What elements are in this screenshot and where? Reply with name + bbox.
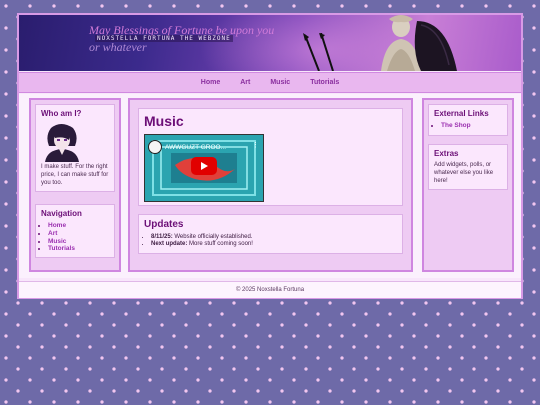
navigation-list: Home Art Music Tutorials (41, 222, 109, 253)
side-nav-tutorials[interactable]: Tutorials (48, 245, 75, 252)
updates-section: Updates 8/11/25: Website officially esta… (138, 214, 403, 254)
updates-list: 8/11/25: Website officially established.… (144, 234, 397, 248)
side-nav-home[interactable]: Home (48, 222, 66, 229)
banner-title-line2: or whatever (89, 40, 147, 54)
nav-tutorials[interactable]: Tutorials (310, 79, 339, 86)
footer-text: © 2025 Noxstella Fortuna (235, 287, 305, 293)
list-item: Art (48, 230, 109, 238)
side-nav-music[interactable]: Music (48, 238, 66, 245)
external-links-box: External Links The Shop (428, 104, 508, 136)
update-date: 8/11/25: (151, 234, 173, 240)
channel-avatar-icon[interactable] (148, 140, 162, 154)
list-item: Music (48, 238, 109, 246)
side-nav-art[interactable]: Art (48, 230, 57, 237)
nav-home[interactable]: Home (201, 79, 220, 86)
external-links-list: The Shop (434, 122, 502, 130)
shop-link[interactable]: The Shop (441, 122, 471, 129)
video-embed[interactable]: AWWGUZT GROO... ⋮ (144, 134, 264, 202)
list-item: The Shop (441, 122, 502, 130)
right-sidebar: External Links The Shop Extras Add widge… (422, 98, 514, 272)
left-sidebar: Who am I? I make stuff. For the right pr… (29, 98, 121, 272)
more-options-icon[interactable]: ⋮ (252, 141, 259, 149)
spears-image (303, 33, 334, 71)
main-column: Music AWWGUZT GROO... ⋮ Updates • 8/11/2… (128, 98, 413, 272)
content-area: Who am I? I make stuff. For the right pr… (19, 94, 521, 278)
navigation-box: Navigation Home Art Music Tutorials (35, 204, 115, 258)
nav-music[interactable]: Music (270, 79, 290, 86)
list-item: Tutorials (48, 245, 109, 253)
update-text: Website officially established. (172, 234, 253, 240)
list-item: 8/11/25: Website officially established. (151, 234, 397, 241)
update-text: More stuff coming soon! (187, 241, 253, 248)
wing-image (414, 21, 457, 71)
external-links-heading: External Links (434, 109, 489, 118)
extras-box: Extras Add widgets, polls, or whatever e… (428, 144, 508, 190)
update-date: Next update: (151, 241, 188, 248)
who-am-i-heading: Who am I? (41, 109, 82, 118)
list-item: Next update: More stuff coming soon! (151, 241, 397, 248)
nav-art[interactable]: Art (240, 79, 250, 86)
page-container: May Blessings of Fortune be upon you NOX… (17, 13, 523, 299)
header-banner: May Blessings of Fortune be upon you NOX… (19, 15, 521, 71)
footer: © 2025 Noxstella Fortuna (19, 281, 521, 298)
top-nav: Home Art Music Tutorials (19, 72, 521, 93)
play-button[interactable] (191, 157, 217, 175)
music-section: Music AWWGUZT GROO... ⋮ (138, 108, 403, 206)
who-am-i-text: I make stuff. For the right price, I can… (41, 164, 109, 186)
page-title: Music (144, 113, 184, 129)
extras-text: Add widgets, polls, or whatever else you… (434, 162, 494, 184)
who-am-i-box: Who am I? I make stuff. For the right pr… (35, 104, 115, 192)
video-title[interactable]: AWWGUZT GROO... (165, 144, 226, 151)
extras-heading: Extras (434, 149, 459, 158)
avatar (41, 122, 83, 162)
list-item: Home (48, 222, 109, 230)
updates-heading: Updates (144, 219, 184, 230)
navigation-heading: Navigation (41, 209, 82, 218)
